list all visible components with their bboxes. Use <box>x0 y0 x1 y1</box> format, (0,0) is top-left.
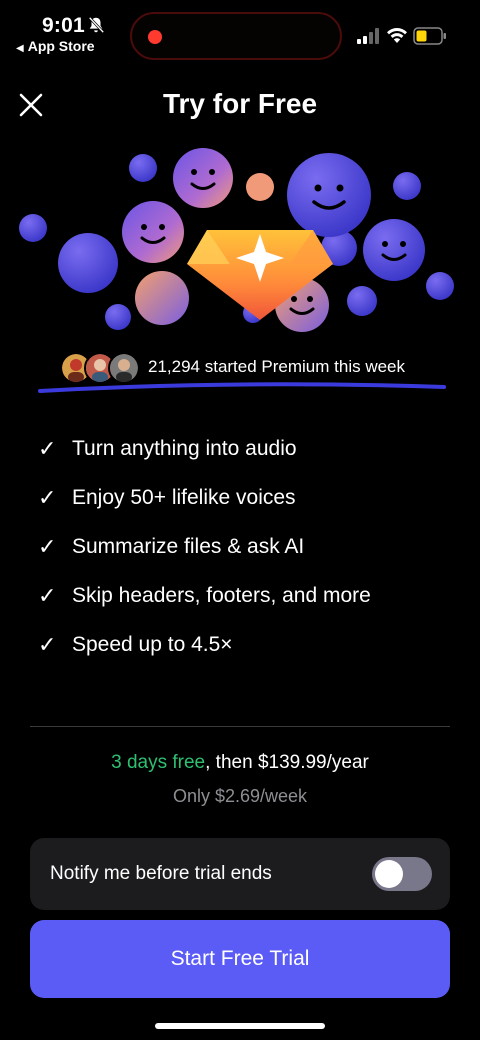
check-icon: ✓ <box>38 533 57 559</box>
notify-toggle[interactable] <box>372 857 432 891</box>
feature-item: ✓ Turn anything into audio <box>38 424 458 473</box>
feature-label: Turn anything into audio <box>72 436 297 460</box>
page-title: Try for Free <box>162 88 318 119</box>
smiley-face <box>287 153 371 237</box>
bubble <box>135 271 189 325</box>
feature-label: Enjoy 50+ lifelike voices <box>72 485 296 509</box>
check-icon: ✓ <box>38 582 57 608</box>
hero-illustration <box>19 148 454 332</box>
feature-item: ✓ Skip headers, footers, and more <box>38 571 458 620</box>
check-icon: ✓ <box>38 435 57 461</box>
feature-item: ✓ Speed up to 4.5× <box>38 620 458 669</box>
bell-slash-icon <box>88 16 105 34</box>
trial-duration: 3 days free <box>111 752 206 773</box>
bubble <box>393 172 421 200</box>
feature-item: ✓ Enjoy 50+ lifelike voices <box>38 473 458 522</box>
yearly-price: , then $139.99/year <box>205 752 369 773</box>
toggle-knob <box>375 860 403 888</box>
bubble <box>19 214 47 242</box>
bubble <box>426 272 454 300</box>
check-icon: ✓ <box>38 631 57 657</box>
signal-icon <box>357 28 379 44</box>
bubble <box>58 233 118 293</box>
back-app-label: App Store <box>27 38 95 54</box>
feature-list: ✓ Turn anything into audio ✓ Enjoy 50+ l… <box>38 424 458 669</box>
back-triangle-icon: ◀ <box>16 43 24 54</box>
status-time: 9:01 <box>42 14 85 37</box>
notify-card: Notify me before trial ends <box>30 838 450 910</box>
dynamic-island <box>130 12 342 60</box>
recording-dot-icon <box>148 30 162 44</box>
back-to-app-store[interactable]: ◀ App Store <box>16 38 95 54</box>
battery-icon <box>413 27 446 45</box>
notify-label: Notify me before trial ends <box>50 863 272 884</box>
bubble <box>129 154 157 182</box>
pricing-line: 3 days free, then $139.99/year <box>0 752 480 774</box>
divider <box>30 726 450 727</box>
smiley-face <box>173 148 233 208</box>
underline-swoosh <box>38 382 446 393</box>
feature-label: Summarize files & ask AI <box>72 534 305 558</box>
start-free-trial-button[interactable]: Start Free Trial <box>30 920 450 998</box>
smiley-face <box>363 219 425 281</box>
feature-label: Skip headers, footers, and more <box>72 583 371 607</box>
bubble <box>246 173 274 201</box>
bubble <box>105 304 131 330</box>
feature-item: ✓ Summarize files & ask AI <box>38 522 458 571</box>
check-icon: ✓ <box>38 484 57 510</box>
social-proof-text: 21,294 started Premium this week <box>148 357 406 376</box>
home-indicator[interactable] <box>155 1023 325 1029</box>
wifi-icon <box>387 27 407 43</box>
smiley-face <box>122 201 184 263</box>
status-bar: 9:01 ◀ App Store <box>0 0 480 70</box>
feature-label: Speed up to 4.5× <box>72 632 233 656</box>
weekly-price: Only $2.69/week <box>172 786 308 806</box>
bubble <box>347 286 377 316</box>
